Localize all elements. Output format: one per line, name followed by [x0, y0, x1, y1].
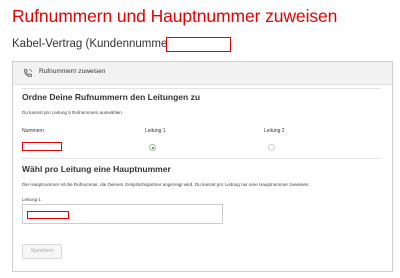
redacted-phone-number	[22, 142, 62, 151]
radio-leitung-1[interactable]	[149, 144, 156, 151]
column-header-leitung-2: Leitung 2	[264, 128, 285, 134]
radio-leitung-2[interactable]	[268, 144, 275, 151]
section-divider	[21, 158, 381, 159]
card-header-title: Rufnummern zuweisen	[39, 68, 106, 75]
contract-subtitle: Kabel-Vertrag (Kundennummer:	[12, 38, 175, 50]
page-title: Rufnummern und Hauptnummer zuweisen	[12, 6, 338, 26]
phone-icon	[23, 69, 32, 78]
column-header-leitung-1: Leitung 1	[145, 128, 166, 134]
main-number-description: Die Hauptnummer ist die Rufnummer, die D…	[22, 182, 310, 187]
card-header: Rufnummern zuweisen	[13, 62, 392, 85]
leitung-1-main-number-select[interactable]	[22, 204, 223, 224]
main-number-heading: Wähl pro Leitung eine Hauptnummer	[22, 164, 171, 174]
column-header-nummern: Nummern	[22, 128, 44, 134]
redacted-customer-number	[166, 37, 231, 52]
assign-section-heading: Ordne Deine Rufnummern den Leitungen zu	[22, 92, 201, 102]
section-divider	[21, 88, 381, 89]
redacted-selected-number	[27, 211, 69, 219]
save-button[interactable]: Speichern	[22, 244, 62, 259]
leitung-1-field-label: Leitung 1	[22, 197, 41, 202]
assign-section-hint: Du kannst pro Leitung 5 Rufnummern auswä…	[22, 110, 124, 115]
